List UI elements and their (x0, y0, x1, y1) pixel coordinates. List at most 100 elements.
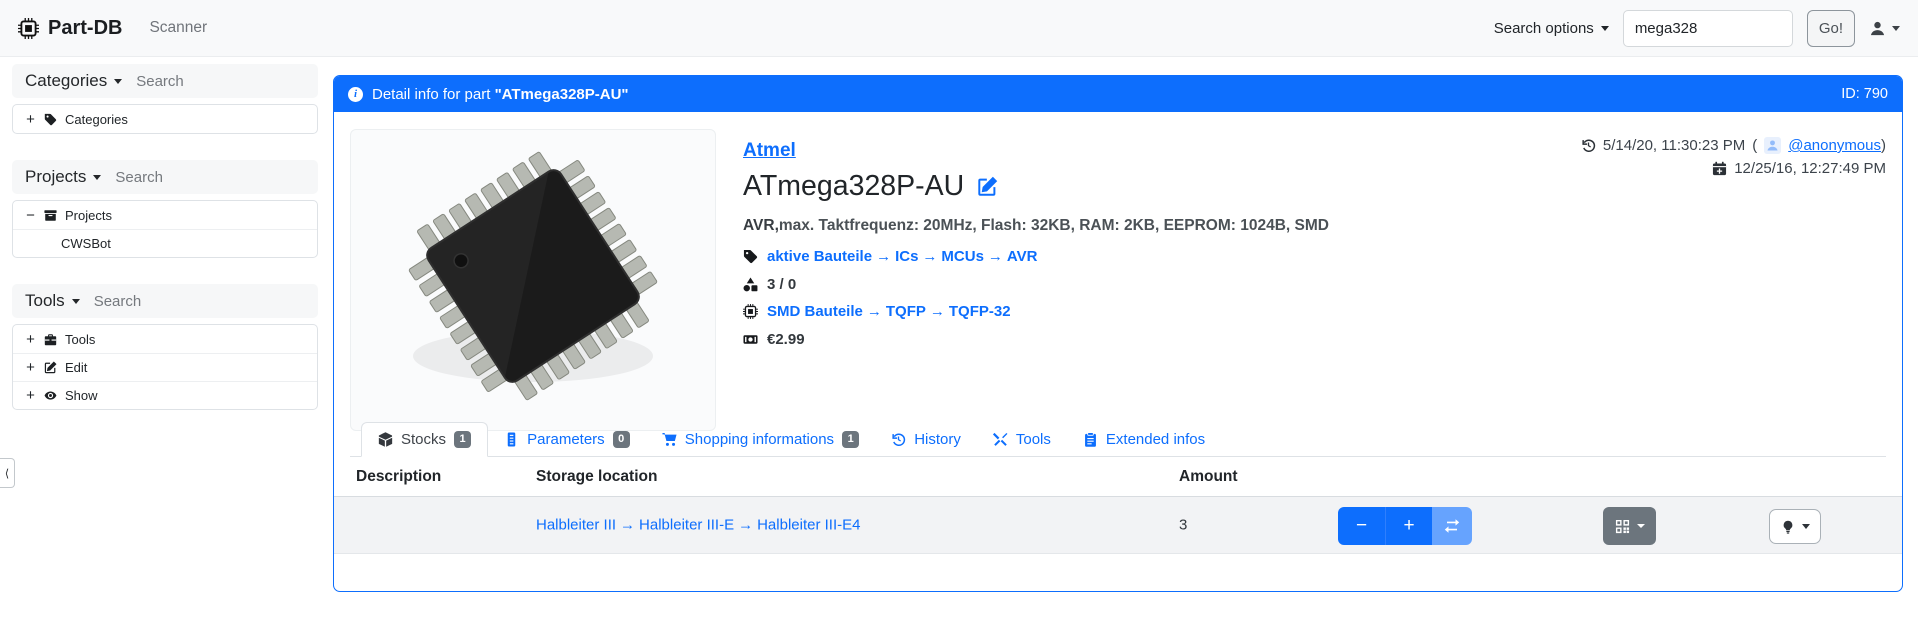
tab-label: Shopping informations (685, 431, 834, 448)
part-tabs: Stocks 1 Parameters 0 Shopping informati… (350, 423, 1886, 457)
part-name-title: ATmega328P-AU (743, 170, 964, 203)
storage-location-link[interactable]: Halbleiter III-E (639, 517, 734, 534)
storage-location-breadcrumb: Halbleiter III→Halbleiter III-E→Halbleit… (536, 517, 860, 534)
panel-title-part-name: "ATmega328P-AU" (495, 86, 629, 103)
avatar (1764, 137, 1781, 154)
tree-item-label: Tools (65, 332, 95, 347)
storage-location-link[interactable]: Halbleiter III (536, 517, 616, 534)
chevron-down-icon (1802, 524, 1810, 529)
chevron-down-icon (1601, 26, 1609, 31)
chevron-down-icon (114, 79, 122, 84)
footprint-link[interactable]: TQFP (886, 303, 926, 320)
locate-dropdown-button[interactable] (1769, 509, 1821, 544)
top-navbar: Part-DB Scanner Search options Go! (0, 0, 1918, 57)
arrow-right-icon: → (930, 303, 945, 320)
eye-icon (44, 389, 57, 402)
created-row: 12/25/16, 12:27:49 PM (1581, 157, 1886, 180)
brand-title: Part-DB (48, 17, 122, 40)
tab-label: Tools (1016, 431, 1051, 448)
toolbox-icon (44, 333, 57, 346)
manufacturer-link[interactable]: Atmel (743, 140, 796, 161)
tab-count-badge: 1 (842, 431, 859, 448)
sidebar-section-categories: Categories + Categories (12, 64, 318, 134)
tab-label: Parameters (527, 431, 605, 448)
stock-summary-value: 3 / 0 (767, 276, 796, 293)
created-value: 12/25/16, 12:27:49 PM (1734, 160, 1886, 177)
cash-icon (743, 332, 758, 347)
move-stock-button[interactable] (1432, 507, 1472, 545)
projects-dropdown[interactable]: Projects (25, 167, 101, 187)
column-header-amount: Amount (1179, 468, 1238, 486)
part-image[interactable] (350, 129, 716, 431)
tree-item-projects[interactable]: − Projects (13, 201, 317, 229)
arrow-right-icon: → (876, 248, 891, 265)
chevron-down-icon (93, 175, 101, 180)
tree-item-categories[interactable]: + Categories (13, 105, 317, 133)
tab-tools[interactable]: Tools (977, 422, 1067, 456)
storage-location-link[interactable]: Halbleiter III-E4 (757, 517, 860, 534)
expand-toggle[interactable]: + (25, 111, 36, 128)
paren-open: ( (1752, 137, 1757, 154)
chevron-down-icon (1892, 26, 1900, 31)
category-link[interactable]: MCUs (941, 248, 984, 265)
edit-part-button[interactable] (977, 176, 998, 197)
global-search-input[interactable] (1623, 10, 1793, 47)
tab-stocks[interactable]: Stocks 1 (361, 422, 488, 457)
tab-parameters[interactable]: Parameters 0 (488, 422, 646, 456)
stock-table-row: Halbleiter III→Halbleiter III-E→Halbleit… (334, 497, 1902, 554)
cpu-chip-icon (743, 304, 758, 319)
expand-toggle[interactable]: + (25, 359, 36, 376)
tools-dropdown[interactable]: Tools (25, 291, 80, 311)
expand-toggle[interactable]: + (25, 387, 36, 404)
footprint-link[interactable]: SMD Bauteile (767, 303, 863, 320)
app-brand[interactable]: Part-DB (18, 17, 122, 40)
decrease-stock-button[interactable]: − (1338, 507, 1385, 545)
modified-user-link[interactable]: @anonymous (1788, 137, 1881, 154)
info-circle-icon: i (348, 87, 363, 102)
column-header-description: Description (356, 468, 441, 486)
tree-item-tools[interactable]: + Tools (13, 325, 317, 353)
tree-item-cwsbot[interactable]: CWSBot (13, 229, 317, 257)
tools-title: Tools (25, 291, 65, 311)
projects-search-input[interactable] (115, 169, 314, 186)
tools-search-input[interactable] (94, 293, 305, 310)
user-menu-dropdown[interactable] (1869, 20, 1900, 37)
nav-link-scanner[interactable]: Scanner (149, 19, 207, 37)
last-modified-row: 5/14/20, 11:30:23 PM ( @anonymous) (1581, 134, 1886, 157)
tree-item-label: Categories (65, 112, 128, 127)
tab-history[interactable]: History (875, 422, 977, 456)
lightbulb-icon (1781, 520, 1795, 534)
expand-toggle[interactable]: + (25, 331, 36, 348)
arrow-right-icon: → (738, 517, 753, 534)
increase-stock-button[interactable]: + (1385, 507, 1432, 545)
history-clock-icon (891, 432, 906, 447)
tab-shopping-informations[interactable]: Shopping informations 1 (646, 422, 875, 456)
sidebar-section-tools: Tools + Tools + Edit + Show (12, 284, 318, 410)
category-link[interactable]: ICs (895, 248, 918, 265)
last-modified-value: 5/14/20, 11:30:23 PM (1603, 137, 1745, 154)
paren-close: ) (1881, 137, 1886, 154)
part-id-label: ID: 790 (1841, 86, 1888, 102)
sidebar-collapse-button[interactable]: ⟨ (0, 458, 15, 488)
tab-extended-infos[interactable]: Extended infos (1067, 422, 1221, 456)
collapse-toggle[interactable]: − (25, 207, 36, 224)
footprint-link[interactable]: TQFP-32 (949, 303, 1011, 320)
label-generator-dropdown-button[interactable] (1603, 507, 1656, 545)
categories-dropdown[interactable]: Categories (25, 71, 122, 91)
category-link[interactable]: AVR (1007, 248, 1038, 265)
tree-item-show[interactable]: + Show (13, 381, 317, 409)
tab-label: Extended infos (1106, 431, 1205, 448)
search-options-dropdown[interactable]: Search options (1494, 20, 1609, 37)
category-link[interactable]: aktive Bauteile (767, 248, 872, 265)
search-go-button[interactable]: Go! (1807, 10, 1855, 47)
part-description: AVR,max. Taktfrequenz: 20MHz, Flash: 32K… (743, 217, 1603, 235)
chevron-down-icon (72, 299, 80, 304)
part-info: Atmel ATmega328P-AU AVR,max. Taktfrequen… (743, 140, 1603, 353)
ruler-icon (504, 432, 519, 447)
column-header-storage-location: Storage location (536, 468, 657, 486)
history-clock-icon (1581, 138, 1596, 153)
part-description-bold: AVR, (743, 217, 779, 234)
categories-search-input[interactable] (136, 73, 335, 90)
part-description-rest: max. Taktfrequenz: 20MHz, Flash: 32KB, R… (779, 217, 1329, 234)
tree-item-edit[interactable]: + Edit (13, 353, 317, 381)
